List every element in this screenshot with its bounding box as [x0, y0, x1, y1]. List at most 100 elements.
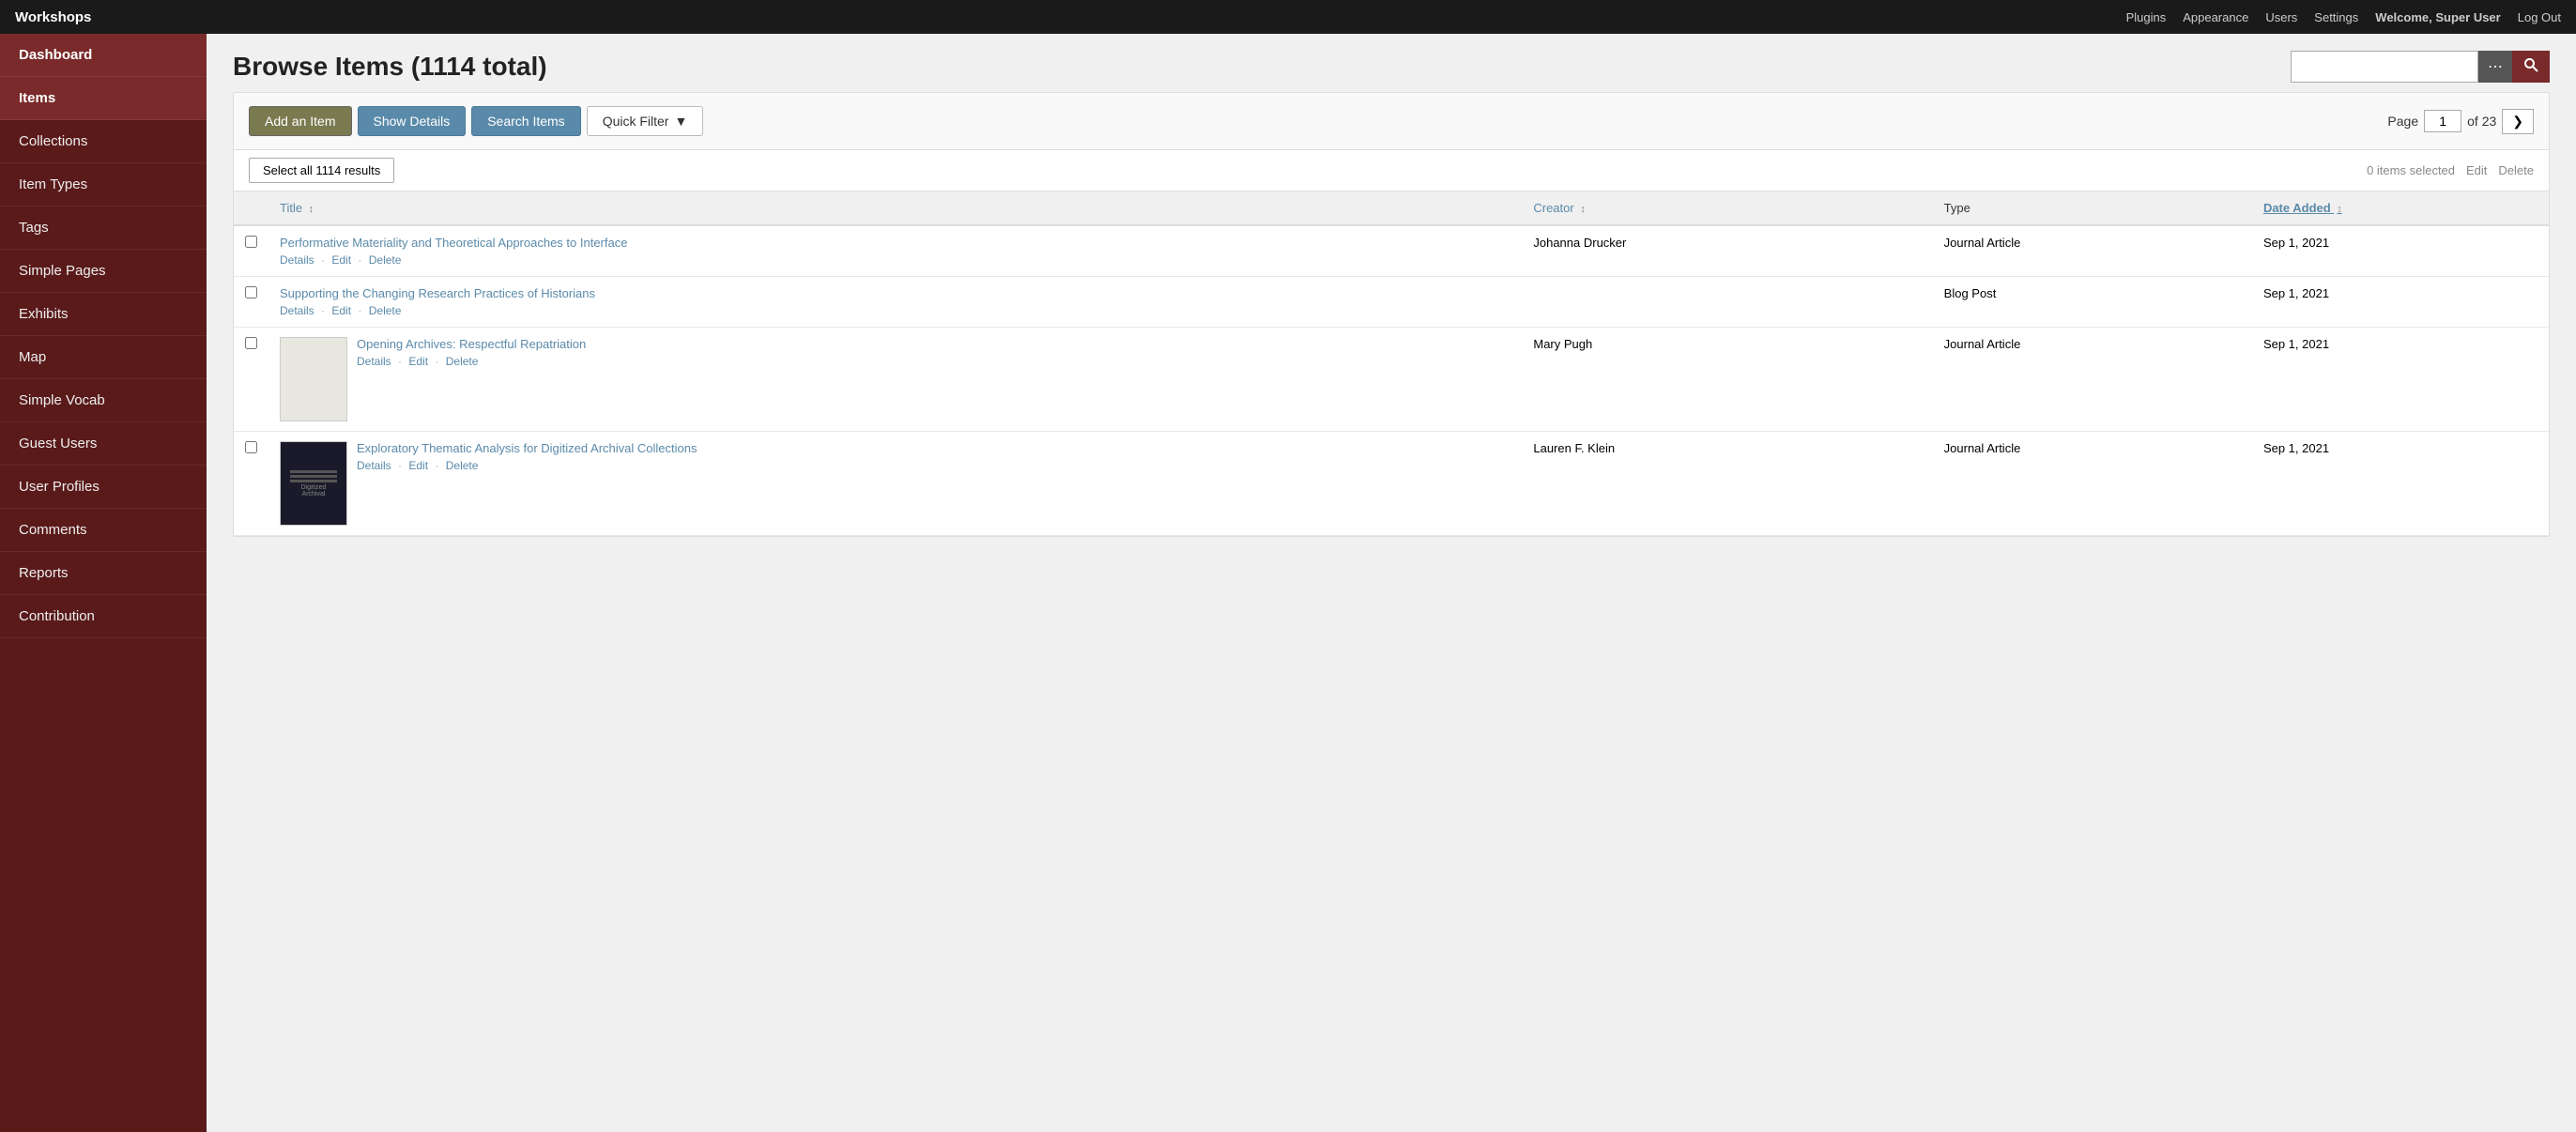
item-delete-link[interactable]: Delete [369, 304, 402, 317]
title-text-block: Supporting the Changing Research Practic… [280, 286, 595, 317]
search-items-button[interactable]: Search Items [471, 106, 580, 136]
sidebar-item-guest-users[interactable]: Guest Users [0, 422, 207, 466]
row-type-cell: Blog Post [1933, 277, 2252, 328]
search-button[interactable] [2512, 51, 2550, 83]
item-edit-link[interactable]: Edit [331, 304, 351, 317]
item-edit-link[interactable]: Edit [331, 253, 351, 267]
show-details-button[interactable]: Show Details [358, 106, 467, 136]
sidebar-item-exhibits[interactable]: Exhibits [0, 293, 207, 336]
title-cell-inner: Opening Archives: Respectful Repatriatio… [280, 337, 1510, 421]
row-title-cell: DigitizedArchival Exploratory Thematic A… [268, 432, 1522, 536]
main-content: Browse Items (1114 total) ⋯ Add an Item … [207, 34, 2576, 1132]
sidebar-item-simple-vocab[interactable]: Simple Vocab [0, 379, 207, 422]
pagination: Page of 23 ❯ [2387, 109, 2534, 134]
item-actions: Details · Edit · Delete [357, 459, 697, 472]
item-edit-link[interactable]: Edit [408, 355, 428, 368]
item-actions: Details · Edit · Delete [280, 304, 595, 317]
next-page-button[interactable]: ❯ [2502, 109, 2534, 134]
page-number-input[interactable] [2424, 110, 2461, 132]
item-title-link[interactable]: Supporting the Changing Research Practic… [280, 286, 595, 300]
item-delete-link[interactable]: Delete [446, 355, 479, 368]
sidebar: Dashboard Items Collections Item Types T… [0, 34, 207, 1132]
sep: · [321, 253, 325, 267]
table-row: DigitizedArchival Exploratory Thematic A… [234, 432, 2549, 536]
row-checkbox[interactable] [245, 441, 257, 453]
item-title-link[interactable]: Performative Materiality and Theoretical… [280, 236, 627, 250]
topbar-left: Workshops [15, 9, 91, 25]
row-checkbox[interactable] [245, 286, 257, 298]
bulk-delete-link[interactable]: Delete [2498, 163, 2534, 177]
add-item-button[interactable]: Add an Item [249, 106, 352, 136]
sidebar-item-items[interactable]: Items [0, 77, 207, 120]
sidebar-item-tags[interactable]: Tags [0, 207, 207, 250]
nav-appearance[interactable]: Appearance [2183, 10, 2248, 24]
title-sort-link[interactable]: Title ↕ [280, 201, 314, 215]
thumb-dark-line [290, 480, 337, 482]
thumb-dark-line [290, 470, 337, 473]
select-all-button[interactable]: Select all 1114 results [249, 158, 394, 183]
sidebar-item-dashboard[interactable]: Dashboard [0, 34, 207, 77]
sidebar-item-item-types[interactable]: Item Types [0, 163, 207, 207]
sep: · [358, 304, 361, 317]
table-body: Performative Materiality and Theoretical… [234, 225, 2549, 536]
nav-users[interactable]: Users [2265, 10, 2297, 24]
topbar-right: Plugins Appearance Users Settings Welcom… [2126, 10, 2561, 24]
sidebar-item-contribution[interactable]: Contribution [0, 595, 207, 638]
thumb-dark-content: DigitizedArchival [281, 442, 346, 525]
item-details-link[interactable]: Details [280, 253, 314, 267]
logout-link[interactable]: Log Out [2518, 10, 2561, 24]
row-date-cell: Sep 1, 2021 [2252, 432, 2549, 536]
item-delete-link[interactable]: Delete [446, 459, 479, 472]
page-label: Page [2387, 114, 2418, 129]
item-delete-link[interactable]: Delete [369, 253, 402, 267]
topbar-welcome: Welcome, Super User [2375, 10, 2500, 24]
creator-sort-arrows: ↕ [1580, 204, 1586, 215]
search-options-button[interactable]: ⋯ [2478, 51, 2512, 83]
content-panel: Add an Item Show Details Search Items Qu… [233, 92, 2550, 537]
search-area: ⋯ [2291, 51, 2550, 83]
item-details-link[interactable]: Details [357, 355, 391, 368]
row-creator-cell: Mary Pugh [1522, 328, 1932, 432]
row-type-cell: Journal Article [1933, 328, 2252, 432]
item-details-link[interactable]: Details [357, 459, 391, 472]
creator-sort-link[interactable]: Creator ↕ [1533, 201, 1585, 215]
row-checkbox[interactable] [245, 236, 257, 248]
search-input[interactable] [2291, 51, 2478, 83]
bulk-edit-link[interactable]: Edit [2466, 163, 2487, 177]
item-actions: Details · Edit · Delete [357, 355, 586, 368]
title-text-block: Exploratory Thematic Analysis for Digiti… [357, 441, 697, 472]
item-title-link[interactable]: Exploratory Thematic Analysis for Digiti… [357, 441, 697, 455]
page-title: Browse Items (1114 total) [233, 52, 547, 82]
item-edit-link[interactable]: Edit [408, 459, 428, 472]
sidebar-item-comments[interactable]: Comments [0, 509, 207, 552]
item-details-link[interactable]: Details [280, 304, 314, 317]
select-actions: 0 items selected Edit Delete [2367, 163, 2534, 177]
quick-filter-button[interactable]: Quick Filter ▼ [587, 106, 704, 136]
title-text-block: Opening Archives: Respectful Repatriatio… [357, 337, 586, 368]
topbar-logo[interactable]: Workshops [15, 9, 91, 25]
item-actions: Details · Edit · Delete [280, 253, 627, 267]
sidebar-item-map[interactable]: Map [0, 336, 207, 379]
sidebar-item-user-profiles[interactable]: User Profiles [0, 466, 207, 509]
sidebar-item-collections[interactable]: Collections [0, 120, 207, 163]
row-type-cell: Journal Article [1933, 432, 2252, 536]
topbar: Workshops Plugins Appearance Users Setti… [0, 0, 2576, 34]
date-sort-link[interactable]: Date Added ↕ [2263, 201, 2342, 215]
topbar-username: Super User [2435, 10, 2500, 24]
table-header-row: Title ↕ Creator ↕ Type Date Added ↕ [234, 191, 2549, 225]
quick-filter-label: Quick Filter [603, 114, 669, 129]
row-checkbox[interactable] [245, 337, 257, 349]
row-creator-cell: Lauren F. Klein [1522, 432, 1932, 536]
row-checkbox-cell [234, 432, 268, 536]
nav-plugins[interactable]: Plugins [2126, 10, 2167, 24]
nav-settings[interactable]: Settings [2314, 10, 2358, 24]
thumb-lines [308, 347, 319, 411]
sidebar-item-simple-pages[interactable]: Simple Pages [0, 250, 207, 293]
item-title-link[interactable]: Opening Archives: Respectful Repatriatio… [357, 337, 586, 351]
sep: · [398, 355, 402, 368]
sidebar-item-reports[interactable]: Reports [0, 552, 207, 595]
title-cell-inner: DigitizedArchival Exploratory Thematic A… [280, 441, 1510, 526]
row-checkbox-cell [234, 328, 268, 432]
items-table: Title ↕ Creator ↕ Type Date Added ↕ [234, 191, 2549, 536]
thumb-dark-text: DigitizedArchival [301, 484, 327, 497]
